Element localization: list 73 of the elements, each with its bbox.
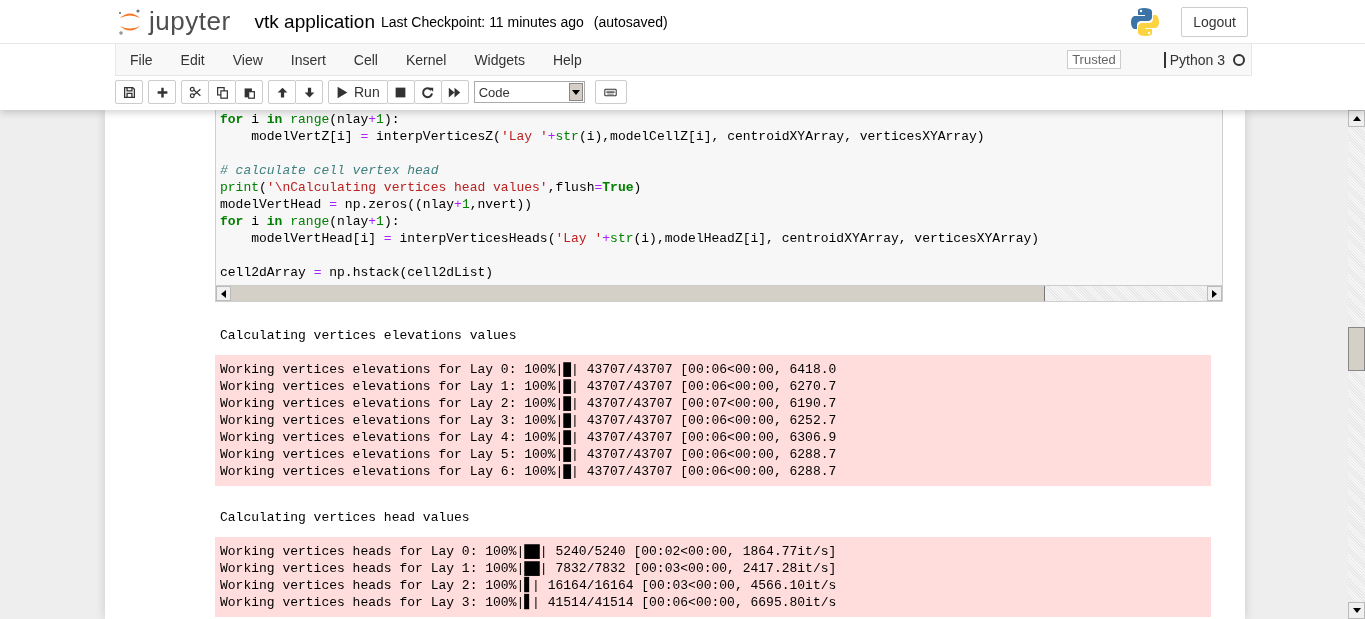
notebook-name[interactable]: vtk application: [254, 10, 375, 33]
code-line: modelVertHead = np.zeros((nlay+1,nvert)): [220, 196, 534, 213]
save-button[interactable]: [115, 80, 143, 104]
trusted-indicator[interactable]: Trusted: [1067, 50, 1121, 69]
menu-item[interactable]: Cell: [339, 51, 392, 68]
code-cell[interactable]: [215, 110, 1223, 302]
menu-item[interactable]: View: [218, 51, 277, 68]
progress-line: Working vertices elevations for Lay 4: 100%|█| 43707/43707 [00:06<00:00, 6306.9: [220, 429, 837, 446]
scissors-icon: [188, 85, 202, 99]
kernel-idle-icon: [1233, 53, 1245, 66]
vertical-scrollbar-thumb[interactable]: [1348, 327, 1365, 371]
progress-line: Working vertices heads for Lay 3: 100%|▋| 41514/41514 [00:06<00:00, 6695.80it/s: [220, 594, 837, 611]
menu-item[interactable]: Kernel: [391, 51, 461, 68]
scissors-button[interactable]: [181, 80, 209, 104]
play-icon: [336, 85, 349, 99]
progress-line: Working vertices heads for Lay 0: 100%|██| 5240/5240 [00:02<00:00, 1864.77it/s]: [220, 543, 837, 560]
copy-button[interactable]: [208, 80, 236, 104]
dropdown-caret-icon: [571, 89, 580, 95]
fast-forward-button[interactable]: [440, 80, 469, 104]
scroll-right-button[interactable]: [1207, 286, 1222, 301]
checkpoint-status: Last Checkpoint: 11 minutes ago: [380, 13, 584, 30]
progress-line: Working vertices elevations for Lay 1: 100%|█| 43707/43707 [00:06<00:00, 6270.7: [220, 378, 837, 395]
paste-button[interactable]: [235, 80, 263, 104]
run-button[interactable]: Run: [328, 80, 388, 104]
progress-line: Working vertices elevations for Lay 3: 100%|█| 43707/43707 [00:06<00:00, 6252.7: [220, 412, 837, 429]
plus-icon: [155, 85, 169, 99]
up-triangle-icon: [1352, 116, 1361, 121]
output-text: Calculating vertices elevations values: [219, 327, 518, 344]
restart-button[interactable]: [413, 80, 442, 104]
kernel-name: Python 3: [1163, 51, 1225, 68]
output-text: Calculating vertices head values: [219, 509, 471, 526]
horizontal-scrollbar-thumb[interactable]: [231, 286, 1045, 301]
autosave-status: (autosaved): [593, 13, 668, 30]
progress-line: Working vertices heads for Lay 1: 100%|██| 7832/7832 [00:03<00:00, 2417.28it/s]: [220, 560, 837, 577]
jupyter-logo-text: jupyter: [149, 6, 231, 37]
left-triangle-icon: [221, 289, 226, 298]
code-line: print('\nCalculating vertices head values',flush=True): [220, 179, 643, 196]
stop-icon: [394, 85, 408, 99]
progress-line: Working vertices elevations for Lay 2: 100%|█| 43707/43707 [00:07<00:00, 6190.7: [220, 395, 837, 412]
code-line: modelVertHead[i] = interpVerticesHeads('Lay '+str(i),modelHeadZ[i], centroidXYArray, verticesXYArray): [250, 230, 1041, 247]
logout-button[interactable]: Logout: [1181, 6, 1248, 37]
menu-item[interactable]: Help: [538, 51, 596, 68]
cell-type-dropdown[interactable]: Code: [473, 81, 585, 103]
scroll-left-button[interactable]: [216, 286, 231, 301]
menu-item[interactable]: Insert: [276, 51, 340, 68]
menu-item[interactable]: File: [116, 51, 167, 68]
fast-forward-icon: [448, 85, 462, 99]
menu-item[interactable]: Edit: [166, 51, 219, 68]
python-logo-icon: [1131, 6, 1160, 37]
code-line: modelVertZ[i] = interpVerticesZ('Lay '+str(i),modelCellZ[i], centroidXYArray, verticesXYArray): [250, 128, 986, 145]
restart-icon: [421, 85, 435, 99]
progress-line: Working vertices elevations for Lay 6: 100%|█| 43707/43707 [00:06<00:00, 6288.7: [220, 463, 837, 480]
keyboard-button[interactable]: [594, 80, 627, 104]
plus-button[interactable]: [148, 80, 176, 104]
up-arrow-icon: [275, 85, 289, 99]
copy-icon: [215, 85, 229, 99]
right-triangle-icon: [1212, 289, 1217, 298]
save-icon: [122, 85, 136, 99]
down-arrow-button[interactable]: [295, 80, 323, 104]
up-arrow-button[interactable]: [268, 80, 296, 104]
progress-line: Working vertices heads for Lay 2: 100%|▋| 16164/16164 [00:03<00:00, 4566.10it/s: [220, 577, 837, 594]
scroll-down-button[interactable]: [1348, 602, 1365, 619]
code-line: for i in range(nlay+1):: [220, 213, 401, 230]
down-triangle-icon: [1352, 608, 1361, 613]
code-line: for i in range(nlay+1):: [220, 111, 401, 128]
code-line: cell2dArray = np.hstack(cell2dList): [220, 264, 495, 281]
menu-item[interactable]: Widgets: [460, 51, 539, 68]
progress-line: Working vertices elevations for Lay 5: 100%|█| 43707/43707 [00:06<00:00, 6288.7: [220, 446, 837, 463]
scroll-up-button[interactable]: [1348, 110, 1365, 127]
stop-button[interactable]: [386, 80, 415, 104]
progress-line: Working vertices elevations for Lay 0: 100%|█| 43707/43707 [00:06<00:00, 6418.0: [220, 361, 837, 378]
paste-icon: [242, 85, 256, 99]
code-line: # calculate cell vertex head: [220, 162, 440, 179]
